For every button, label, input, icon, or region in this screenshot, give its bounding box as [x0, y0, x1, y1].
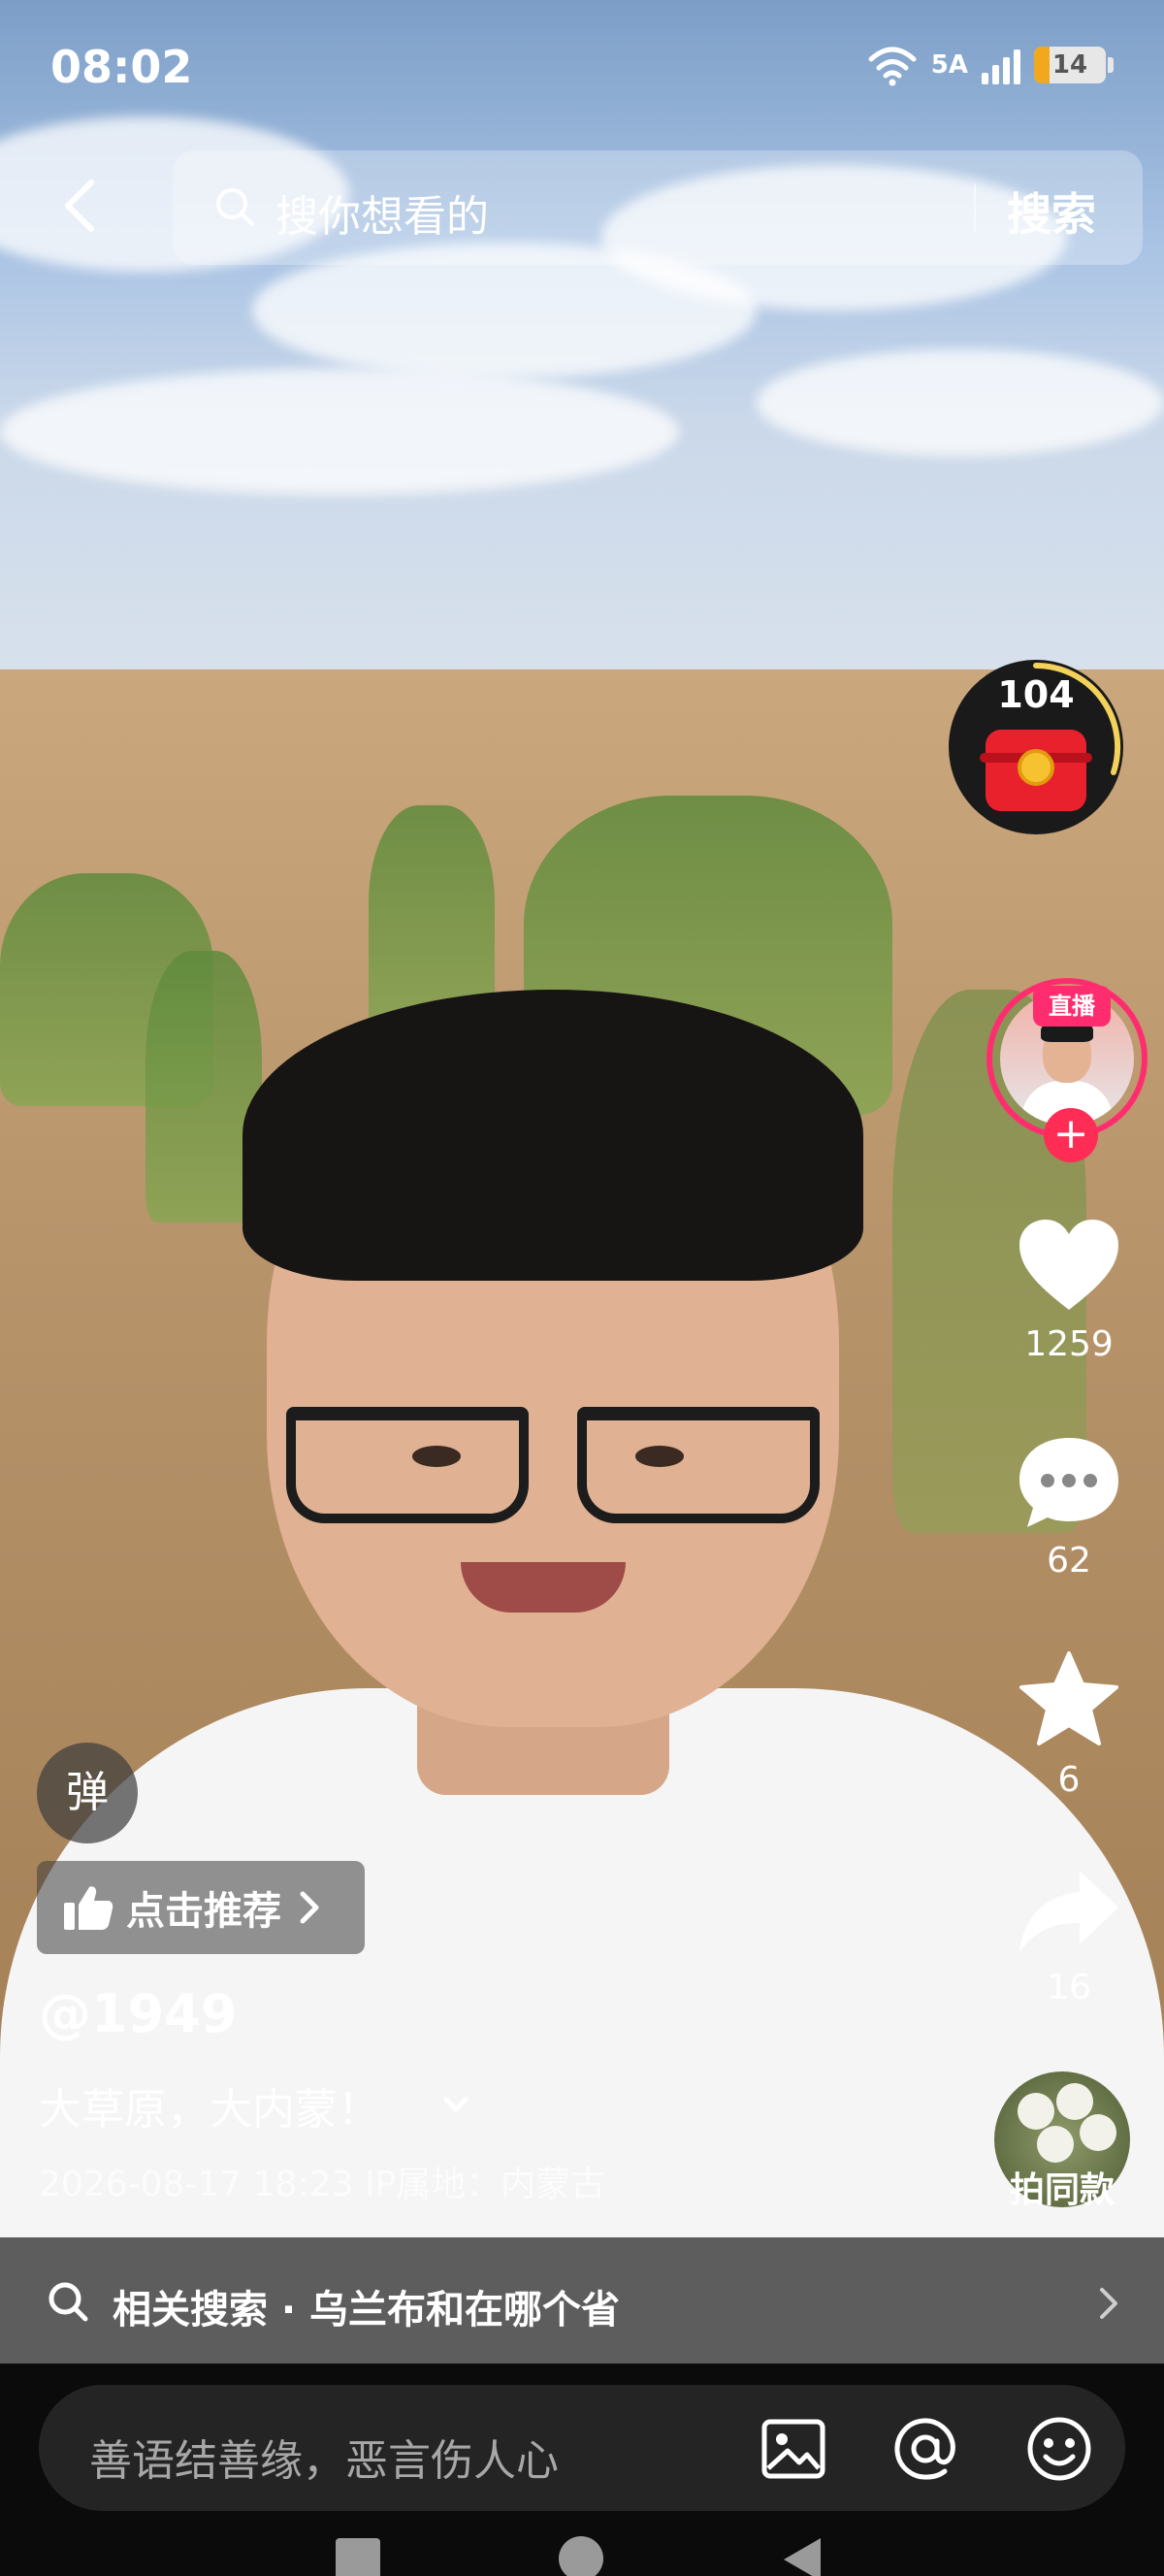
- cloud-shape: [757, 349, 1164, 456]
- comment-bubble-icon: [1019, 1438, 1118, 1527]
- same-style-label[interactable]: 拍同款: [994, 2162, 1130, 2212]
- related-search-text: 相关搜索 · 乌兰布和在哪个省: [113, 2288, 621, 2332]
- status-icons: 5A 14: [867, 44, 1114, 86]
- person-hair: [242, 990, 863, 1281]
- recommend-label: 点击推荐: [126, 1889, 281, 1934]
- mention-icon[interactable]: [889, 2412, 962, 2486]
- system-nav-bar: [0, 2528, 1164, 2576]
- battery-level: 14: [1051, 50, 1088, 80]
- signal-icon: [982, 46, 1020, 84]
- back-nav-button[interactable]: [784, 2538, 821, 2576]
- home-nav-button[interactable]: [559, 2536, 603, 2576]
- bottom-area: 善语结善缘，恶言伤人心: [0, 2364, 1164, 2576]
- chevron-right-icon: [1094, 2284, 1123, 2323]
- image-picker-icon[interactable]: [757, 2412, 830, 2486]
- glasses-lens: [577, 1407, 820, 1523]
- expand-description-button[interactable]: [438, 2088, 473, 2123]
- star-icon: [1019, 1651, 1118, 1745]
- heart-icon: [1019, 1220, 1118, 1310]
- follow-button[interactable]: +: [1044, 1108, 1098, 1162]
- wifi-icon: [867, 44, 918, 86]
- battery-icon: 14: [1034, 47, 1114, 83]
- person-glasses: [267, 1407, 839, 1543]
- share-arrow-icon: [1019, 1871, 1118, 1952]
- thumbs-up-icon: [64, 1886, 113, 1930]
- network-type: 5A: [930, 50, 968, 80]
- favorite-button[interactable]: 6: [982, 1649, 1156, 1800]
- search-input[interactable]: 搜你想看的: [275, 181, 489, 244]
- search-icon: [47, 2280, 91, 2325]
- comment-button[interactable]: 62: [982, 1434, 1156, 1581]
- share-count: 16: [1047, 1968, 1091, 2007]
- status-time: 08:02: [50, 41, 193, 93]
- status-bar: 08:02 5A 14: [0, 0, 1164, 136]
- search-icon: [213, 185, 258, 230]
- chevron-right-icon: [300, 1891, 319, 1924]
- back-button[interactable]: [50, 167, 109, 245]
- related-search-bar[interactable]: 相关搜索 · 乌兰布和在哪个省: [0, 2237, 1164, 2364]
- recents-nav-button[interactable]: [336, 2538, 380, 2576]
- person-mouth: [461, 1562, 626, 1613]
- favorite-count: 6: [1057, 1760, 1081, 1800]
- comment-bar[interactable]: 善语结善缘，恶言伤人心: [39, 2385, 1125, 2511]
- cloud-shape: [0, 369, 679, 495]
- author-avatar[interactable]: 直播 +: [986, 978, 1148, 1162]
- recommend-button[interactable]: 点击推荐: [37, 1861, 365, 1954]
- live-badge: 直播: [1033, 986, 1111, 1027]
- app-root: 08:02 5A 14 搜你想看的 搜索 104 直播 + 1259 62 6 …: [0, 0, 1164, 2576]
- share-button[interactable]: 16: [982, 1865, 1156, 2007]
- author-handle[interactable]: @1949: [39, 1983, 237, 2044]
- danmaku-toggle[interactable]: 弹: [37, 1743, 138, 1843]
- glasses-lens: [286, 1407, 529, 1523]
- comment-count: 62: [1047, 1541, 1091, 1581]
- emoji-icon[interactable]: [1022, 2412, 1096, 2486]
- red-packet-icon: [980, 730, 1092, 811]
- post-meta: 2026-08-17 18:23 IP属地：内蒙古: [39, 2165, 606, 2204]
- red-packet-widget[interactable]: 104: [949, 660, 1123, 834]
- like-button[interactable]: 1259: [982, 1218, 1156, 1364]
- video-description: 大草原，大内蒙！: [39, 2085, 380, 2135]
- red-packet-count: 104: [997, 673, 1075, 716]
- search-divider: [974, 183, 976, 232]
- back-chevron-icon: [65, 179, 94, 232]
- comment-input[interactable]: 善语结善缘，恶言伤人心: [89, 2426, 559, 2488]
- search-submit-button[interactable]: 搜索: [1007, 179, 1096, 244]
- search-bar[interactable]: 搜你想看的 搜索: [173, 150, 1143, 265]
- chevron-down-icon: [443, 2097, 469, 2112]
- like-count: 1259: [1024, 1324, 1114, 1364]
